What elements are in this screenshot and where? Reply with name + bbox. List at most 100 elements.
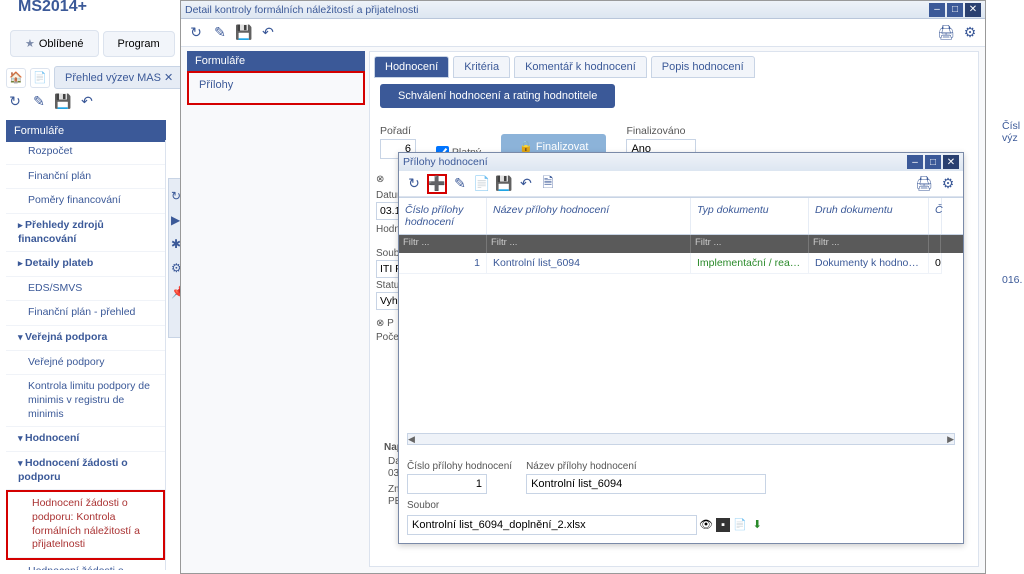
- breadcrumb-label: Přehled výzev MAS: [65, 72, 161, 84]
- strip-refresh-icon[interactable]: ↻: [171, 189, 179, 203]
- favorites-button[interactable]: Oblíbené: [10, 30, 99, 57]
- breadcrumb[interactable]: Přehled výzev MAS ✕: [54, 66, 184, 89]
- close-icon[interactable]: ✕: [965, 3, 981, 17]
- minimize-icon[interactable]: –: [929, 3, 945, 17]
- sub-toolbar: ↻ ➕ ✎ 📄 💾 ↶ 🗎 🖨 ⚙: [399, 171, 963, 197]
- home-icon[interactable]: 🏠: [6, 68, 26, 88]
- sidebar-item-7[interactable]: Veřejná podpora: [6, 326, 165, 351]
- dlg-edit-icon[interactable]: ✎: [211, 24, 229, 42]
- cell-name[interactable]: Kontrolní list_6094: [487, 253, 691, 274]
- filter-kind[interactable]: Filtr ...: [809, 235, 929, 253]
- sub-refresh-icon[interactable]: ↻: [405, 175, 423, 193]
- sidebar-item-4[interactable]: Detaily plateb: [6, 252, 165, 277]
- x-icon-2[interactable]: ⊗ P: [376, 318, 394, 329]
- right-labels: Čísl výz 016.: [1002, 120, 1022, 286]
- tab-popis-hodnocení[interactable]: Popis hodnocení: [651, 56, 755, 78]
- bottom-name-input[interactable]: [526, 474, 766, 494]
- sidebar-item-5[interactable]: EDS/SMVS: [6, 277, 165, 302]
- bottom-file-input[interactable]: [407, 515, 697, 535]
- save-icon[interactable]: 💾: [54, 92, 72, 110]
- file-download-icon[interactable]: ⬇: [750, 518, 764, 532]
- side-nav: RozpočetFinanční plánPoměry financováníP…: [6, 140, 166, 570]
- file-view-icon[interactable]: 👁: [699, 518, 713, 532]
- tab-hodnocení[interactable]: Hodnocení: [374, 56, 449, 78]
- cell-kind: Dokumenty k hodnocení: [809, 253, 929, 274]
- sidebar-item-2[interactable]: Poměry financování: [6, 189, 165, 214]
- sub-save-icon[interactable]: 💾: [495, 175, 513, 193]
- undo-icon[interactable]: ↶: [78, 92, 96, 110]
- sub-edit-icon[interactable]: ✎: [451, 175, 469, 193]
- bottom-file-label: Soubor: [407, 500, 955, 511]
- cell-c: 0: [929, 253, 942, 274]
- col-name[interactable]: Název přílohy hodnocení: [487, 198, 691, 234]
- sidebar-item-9[interactable]: Kontrola limitu podpory de minimis v reg…: [6, 375, 165, 427]
- gear-icon[interactable]: ⚙: [961, 24, 979, 42]
- print-icon[interactable]: 🖨: [937, 24, 955, 42]
- sub-undo-icon[interactable]: ↶: [517, 175, 535, 193]
- dlg-refresh-icon[interactable]: ↻: [187, 24, 205, 42]
- sidebar-item-8[interactable]: Veřejné podpory: [6, 351, 165, 376]
- documents-icon[interactable]: 📄: [30, 68, 50, 88]
- tab-komentář-k-hodnocení[interactable]: Komentář k hodnocení: [514, 56, 647, 78]
- x-icon[interactable]: ⊗: [376, 174, 384, 185]
- program-button[interactable]: Program: [103, 31, 175, 57]
- sidebar-item-0[interactable]: Rozpočet: [6, 140, 165, 165]
- filter-name[interactable]: Filtr ...: [487, 235, 691, 253]
- col-c[interactable]: Č: [929, 198, 942, 234]
- app-logo: MS2014+: [18, 0, 87, 16]
- sidebar-item-3[interactable]: Přehledy zdrojů financování: [6, 214, 165, 252]
- table-row[interactable]: 1 Kontrolní list_6094 Implementační / re…: [399, 253, 963, 274]
- maximize-icon[interactable]: □: [947, 3, 963, 17]
- filter-num[interactable]: Filtr ...: [399, 235, 487, 253]
- strip-star-icon[interactable]: ✱: [171, 237, 179, 251]
- sidebar-item-1[interactable]: Finanční plán: [6, 165, 165, 190]
- strip-gear-icon[interactable]: ⚙: [171, 261, 179, 275]
- bottom-num-label: Číslo přílohy hodnocení: [407, 461, 512, 472]
- strip-pin-icon[interactable]: 📌: [171, 285, 179, 299]
- sub-dialog-titlebar: Přílohy hodnocení – □ ✕: [399, 153, 963, 171]
- col-num[interactable]: Číslo přílohy hodnocení: [399, 198, 487, 234]
- dlg-undo-icon[interactable]: ↶: [259, 24, 277, 42]
- dialog-form-header: Formuláře: [187, 51, 365, 71]
- poradi-label: Pořadí: [380, 125, 416, 137]
- edit-icon[interactable]: ✎: [30, 92, 48, 110]
- filter-type[interactable]: Filtr ...: [691, 235, 809, 253]
- dlg-save-icon[interactable]: 💾: [235, 24, 253, 42]
- strip-play-icon[interactable]: ▶: [171, 213, 179, 227]
- sidebar-header: Formuláře: [6, 120, 166, 142]
- sidebar-item-prilohy[interactable]: Přílohy: [189, 73, 363, 97]
- tabs: HodnoceníKritériaKomentář k hodnoceníPop…: [370, 52, 978, 78]
- sidebar-item-11[interactable]: Hodnocení žádosti o podporu: [6, 452, 165, 490]
- mini-toolbar: ↻ ✎ 💾 ↶: [6, 92, 96, 110]
- sub-close-icon[interactable]: ✕: [943, 155, 959, 169]
- sub-gear-icon[interactable]: ⚙: [939, 175, 957, 193]
- attachments-dialog: Přílohy hodnocení – □ ✕ ↻ ➕ ✎ 📄 💾 ↶ 🗎 🖨 …: [398, 152, 964, 544]
- horizontal-scrollbar[interactable]: [407, 433, 955, 445]
- filter-c[interactable]: [929, 235, 941, 253]
- dialog-titlebar: Detail kontroly formálních náležitostí a…: [181, 1, 985, 19]
- finalized-label: Finalizováno: [626, 125, 696, 137]
- dialog-left-panel: Formuláře Přílohy: [187, 51, 365, 105]
- sub-minimize-icon[interactable]: –: [907, 155, 923, 169]
- cell-num: 1: [399, 253, 487, 274]
- sub-copy-icon[interactable]: 📄: [473, 175, 491, 193]
- add-attachment-icon[interactable]: ➕: [427, 174, 447, 194]
- tab-kritéria[interactable]: Kritéria: [453, 56, 510, 78]
- dialog-form-body: Přílohy: [187, 71, 365, 105]
- sidebar-item-6[interactable]: Finanční plán - přehled: [6, 301, 165, 326]
- sidebar-item-13[interactable]: Hodnocení žádosti o podporu: Hodnocení v…: [6, 560, 165, 570]
- sidebar-item-10[interactable]: Hodnocení: [6, 427, 165, 452]
- col-kind[interactable]: Druh dokumentu: [809, 198, 929, 234]
- sub-maximize-icon[interactable]: □: [925, 155, 941, 169]
- sub-print-icon[interactable]: 🖨: [915, 175, 933, 193]
- sub-dialog-title: Přílohy hodnocení: [403, 156, 488, 168]
- refresh-icon[interactable]: ↻: [6, 92, 24, 110]
- file-delete-icon[interactable]: ▪: [716, 518, 730, 532]
- approve-button[interactable]: Schválení hodnocení a rating hodnotitele: [380, 84, 615, 108]
- sidebar-item-12[interactable]: Hodnocení žádosti o podporu: Kontrola fo…: [8, 492, 163, 558]
- col-type[interactable]: Typ dokumentu: [691, 198, 809, 234]
- dialog-title: Detail kontroly formálních náležitostí a…: [185, 4, 418, 16]
- sub-doc-icon[interactable]: 🗎: [539, 175, 557, 193]
- bottom-num-input[interactable]: [407, 474, 487, 494]
- file-copy-icon[interactable]: 📄: [733, 518, 747, 532]
